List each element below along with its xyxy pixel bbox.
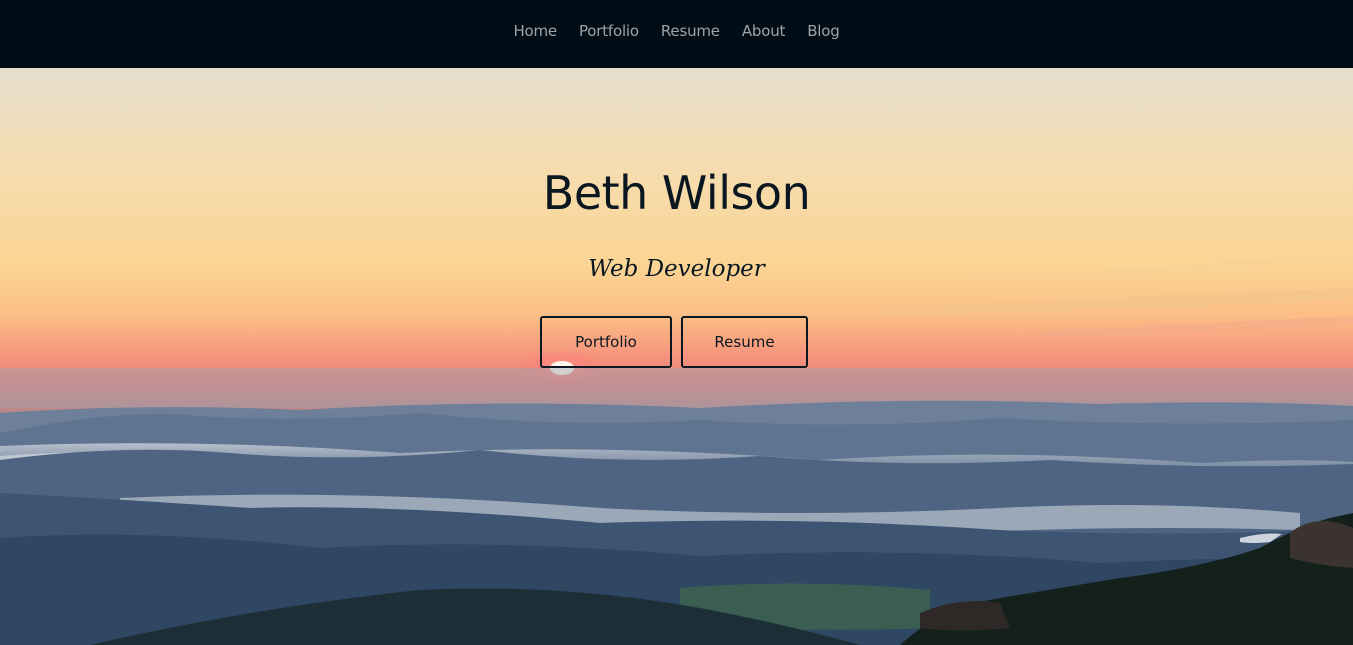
hero-subtitle: Web Developer <box>588 256 765 282</box>
hero-button-group: Portfolio Resume <box>540 316 808 368</box>
resume-button[interactable]: Resume <box>681 316 808 368</box>
top-navbar: Home Portfolio Resume About Blog <box>0 0 1353 68</box>
nav-link-blog[interactable]: Blog <box>796 22 850 40</box>
nav-link-home[interactable]: Home <box>502 22 568 40</box>
nav-link-resume[interactable]: Resume <box>650 22 731 40</box>
hero-section: Beth Wilson Web Developer Portfolio Resu… <box>0 68 1353 645</box>
portfolio-button[interactable]: Portfolio <box>540 316 672 368</box>
nav-list: Home Portfolio Resume About Blog <box>502 21 850 40</box>
nav-link-portfolio[interactable]: Portfolio <box>568 22 650 40</box>
nav-link-about[interactable]: About <box>731 22 796 40</box>
hero-title: Beth Wilson <box>542 166 811 220</box>
